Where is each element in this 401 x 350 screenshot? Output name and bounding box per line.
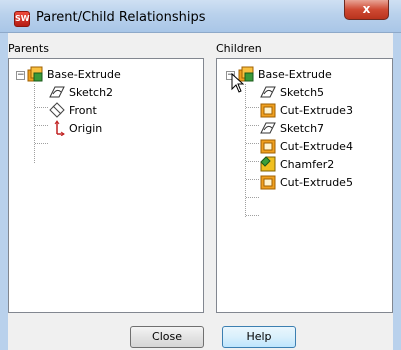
tree-connector [35,143,48,144]
tree-connector [35,107,48,108]
window-close-button[interactable]: x [344,0,389,20]
tree-connector [246,215,259,216]
item-label: Cut-Extrude4 [280,140,353,153]
tree-connector [246,143,259,144]
item-label: Front [69,104,97,117]
parents-tree[interactable]: − Base-Extrude Sketch2 Front Origin [8,58,204,313]
mouse-cursor-icon [231,73,245,93]
tree-connector [246,197,259,198]
cut-extrude-icon [260,139,276,154]
window-frame-left [0,33,8,350]
cut-extrude-icon [260,103,276,118]
item-label: Chamfer2 [280,158,335,171]
origin-icon [54,120,65,136]
extrude-feature-icon [27,66,43,82]
sketch-icon [49,86,65,98]
children-header: Children [216,42,262,55]
item-label: Cut-Extrude3 [280,104,353,117]
window-title: Parent/Child Relationships [36,10,206,25]
tree-connector [246,107,259,108]
tree-connector [246,179,259,180]
collapse-icon[interactable]: − [16,71,25,80]
children-tree[interactable]: − Base-Extrude Sketch5 Cut-Extrude3 Sket… [216,58,393,313]
help-button[interactable]: Help [222,326,296,348]
dialog-body: Parents − Base-Extrude Sketch2 Front Ori… [8,33,393,350]
tree-connector [246,125,259,126]
cut-extrude-icon [260,175,276,190]
item-label: Origin [69,122,103,135]
item-label: Sketch7 [280,122,325,135]
tree-connector [246,161,259,162]
item-label: Base-Extrude [47,68,121,81]
item-label: Sketch5 [280,86,325,99]
close-button[interactable]: Close [130,326,204,348]
sketch-icon [260,122,276,134]
solidworks-icon: SW [14,11,30,27]
chamfer-icon [260,156,276,172]
title-bar: SW Parent/Child Relationships x [0,0,401,33]
item-label: Sketch2 [69,86,114,99]
parents-header: Parents [8,42,49,55]
item-label: Cut-Extrude5 [280,176,353,189]
window-frame-right [393,33,401,350]
item-label: Base-Extrude [258,68,332,81]
tree-connector [35,125,48,126]
plane-icon [49,102,65,118]
tree-connector [34,84,35,163]
sketch-icon [260,86,276,98]
